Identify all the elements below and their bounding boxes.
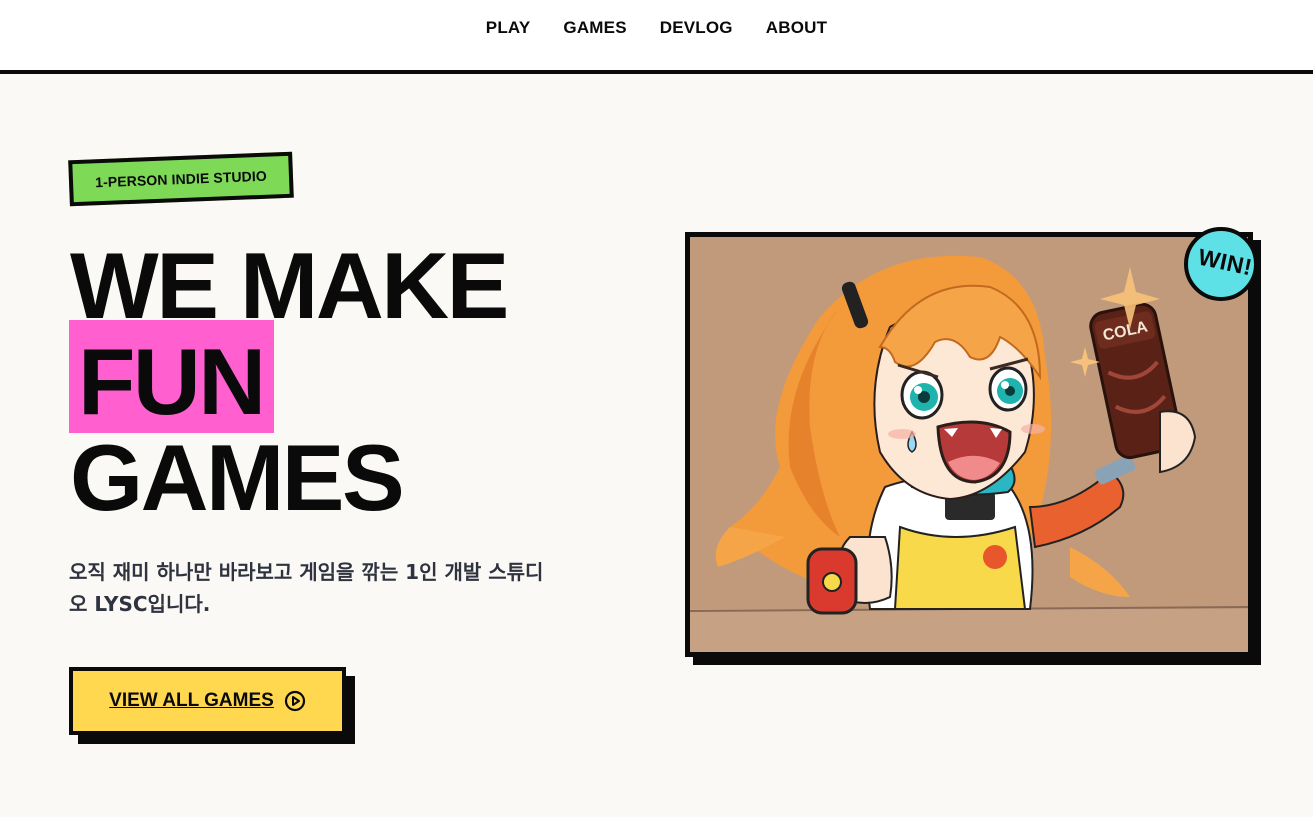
nav-link-devlog[interactable]: DEVLOG — [660, 18, 733, 38]
hero-description-line-2: 오 LYSC입니다. — [69, 592, 211, 616]
headline-line-3: GAMES — [70, 425, 405, 530]
top-navigation: PLAY GAMES DEVLOG ABOUT — [0, 0, 1313, 74]
view-all-games-button[interactable]: VIEW ALL GAMES — [69, 667, 346, 735]
nav-link-games[interactable]: GAMES — [563, 18, 626, 38]
hero-headline: WE MAKE FUN GAMES — [69, 238, 509, 530]
hero-description: 오직 재미 하나만 바라보고 게임을 깎는 1인 개발 스튜디 오 LYSC입니… — [69, 556, 599, 620]
nav-link-play[interactable]: PLAY — [486, 18, 531, 38]
play-circle-icon — [284, 690, 306, 712]
headline-line-2: FUN — [69, 320, 507, 433]
view-all-games-label: VIEW ALL GAMES — [109, 690, 274, 711]
win-sticker: WIN! — [1184, 227, 1258, 301]
hero-description-line-1: 오직 재미 하나만 바라보고 게임을 깎는 1인 개발 스튜디 — [69, 560, 544, 584]
nav-links: PLAY GAMES DEVLOG ABOUT — [0, 18, 1313, 38]
fun-highlight: FUN — [69, 320, 274, 433]
studio-badge: 1-PERSON INDIE STUDIO — [68, 151, 294, 207]
fun-word: FUN — [78, 329, 266, 434]
nav-link-about[interactable]: ABOUT — [766, 18, 827, 38]
hero-illustration: COLA — [685, 232, 1253, 657]
win-sticker-text: WIN! — [1195, 243, 1255, 281]
anime-girl-illustration: COLA — [690, 237, 1248, 652]
